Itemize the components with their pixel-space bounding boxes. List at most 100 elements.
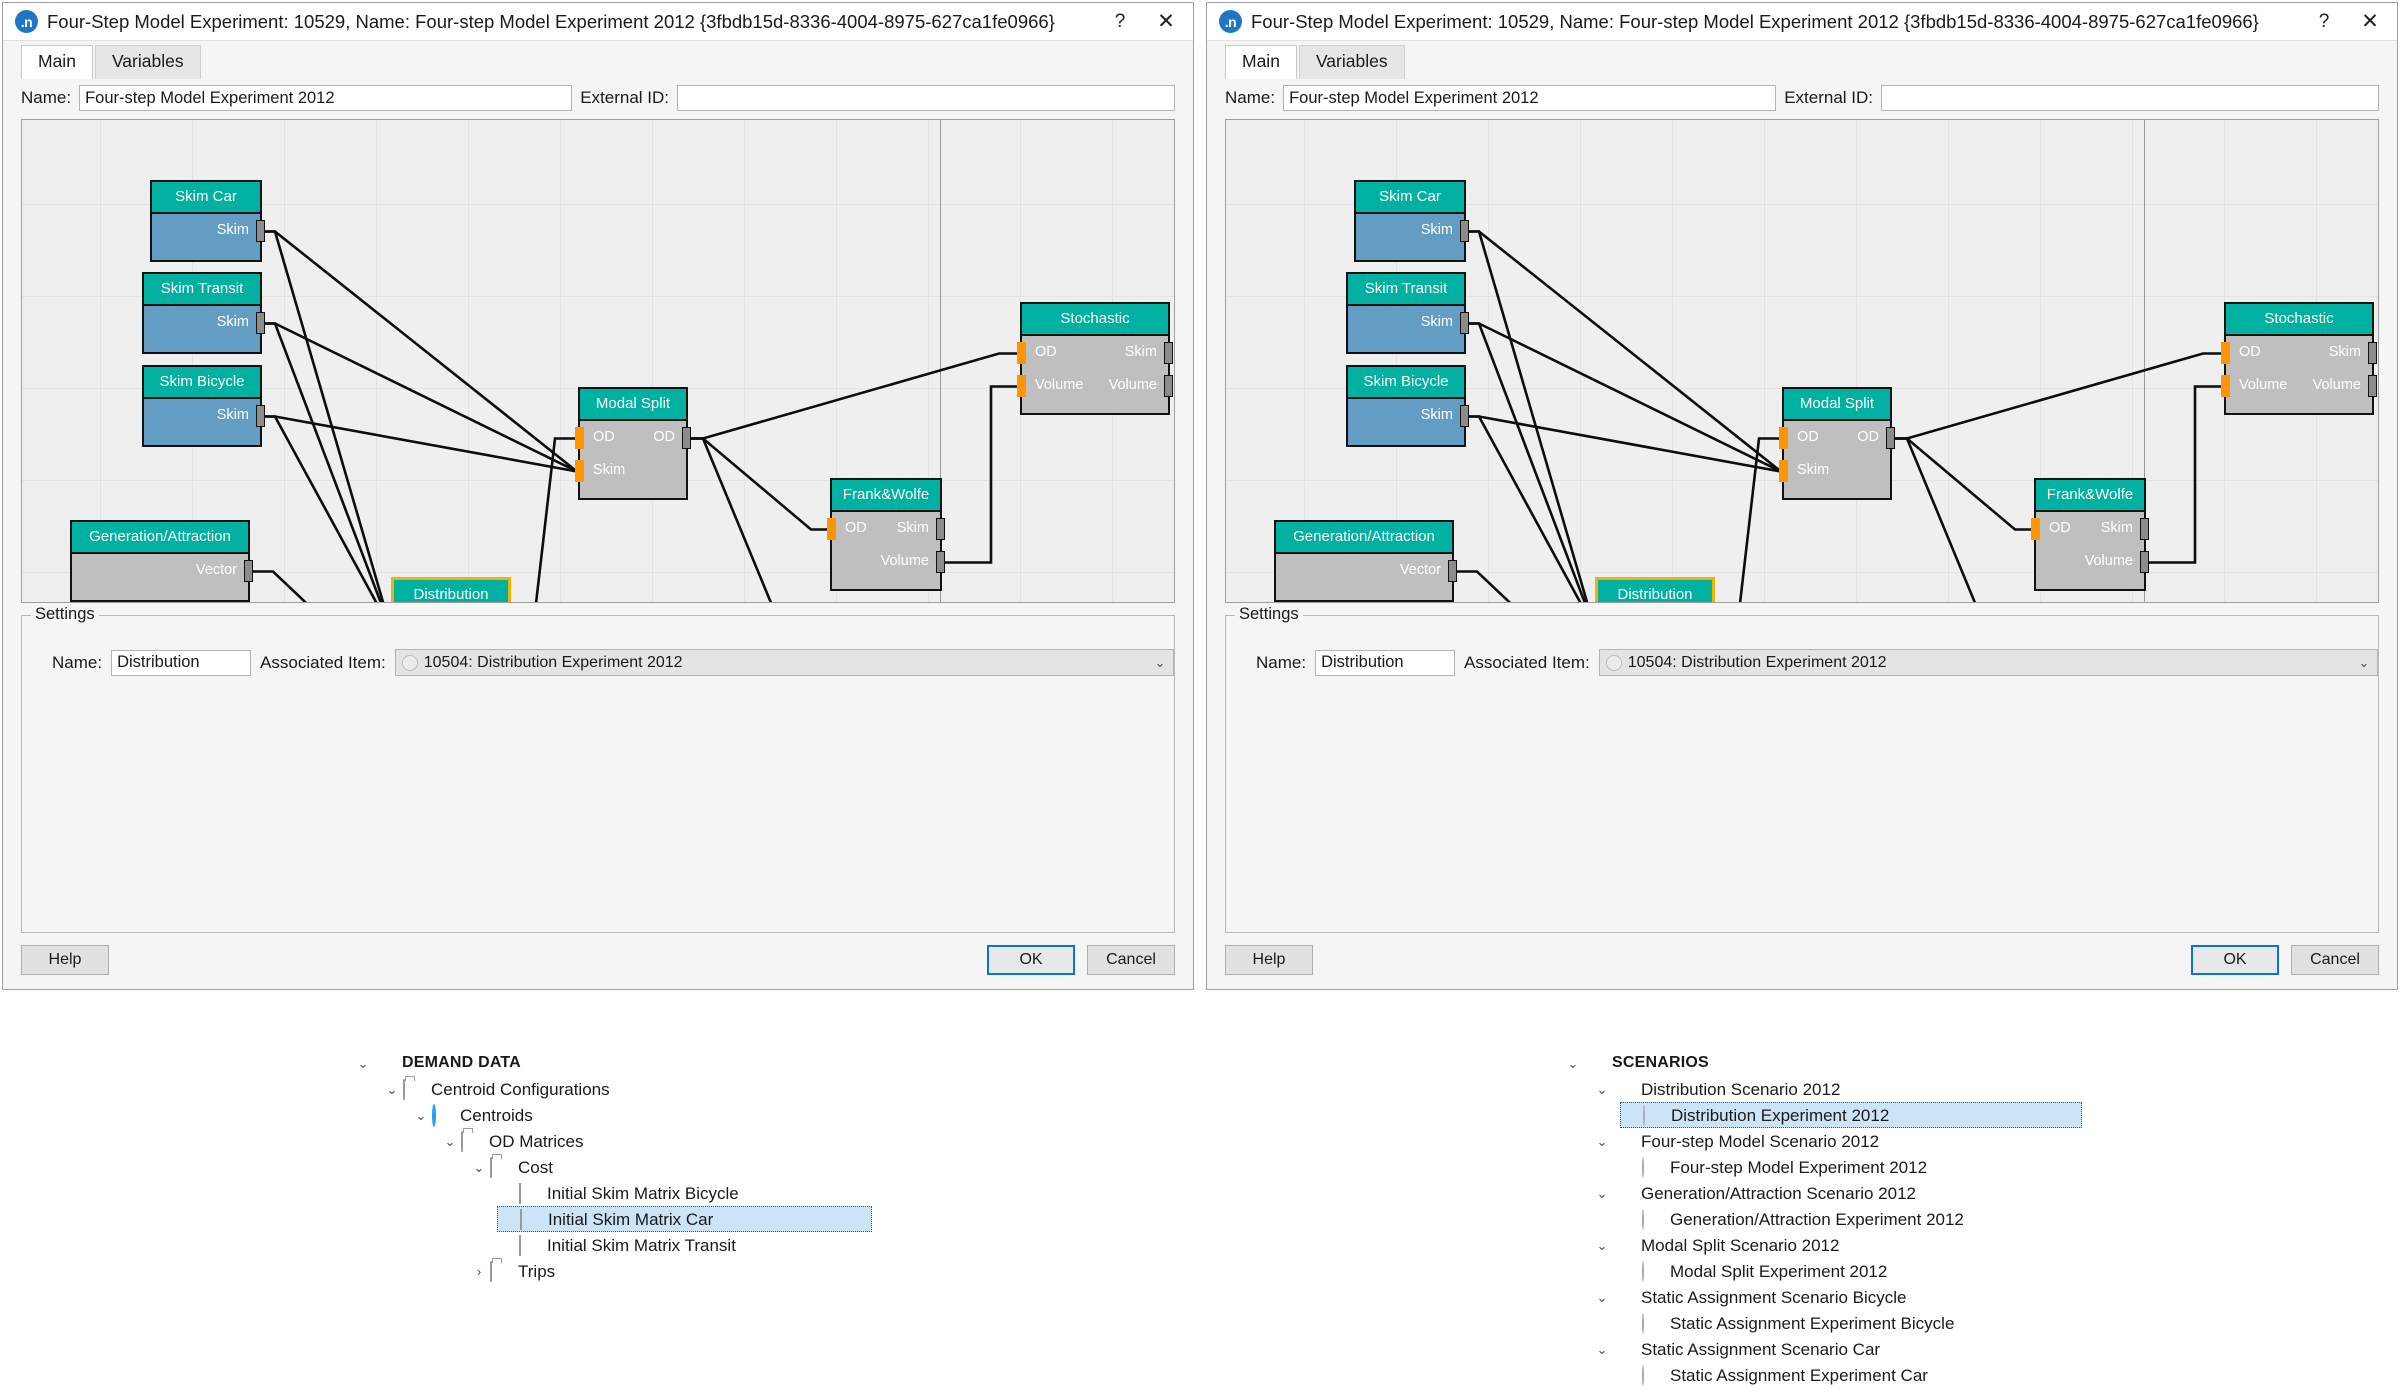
tab-main[interactable]: Main: [21, 45, 93, 79]
diagram-node-stochastic[interactable]: Stochastic OD Skim Volume Volume: [2221, 302, 2377, 415]
input-port-frank-wolfe-od[interactable]: [827, 517, 836, 540]
output-port-stochastic-volume[interactable]: [2368, 374, 2377, 397]
diagram-node-skim-transit[interactable]: Skim Transit Skim: [142, 272, 265, 354]
name-input[interactable]: [1283, 85, 1777, 111]
settings-name-input[interactable]: [111, 649, 252, 676]
tree-item[interactable]: ⌄ Centroids: [410, 1102, 912, 1128]
input-port-modal-split-od[interactable]: [575, 426, 584, 449]
tree-item[interactable]: Static Assignment Experiment Car: [1620, 1362, 2262, 1388]
scenarios-tree[interactable]: ⌄ SCENARIOS ⌄ Distribution Scenario 2012 Di…: [1562, 1050, 2262, 1392]
chevron-down-icon[interactable]: ⌄: [1591, 1187, 1613, 1200]
help-icon-button[interactable]: ?: [1097, 4, 1143, 40]
output-port-skim-bicycle-skim[interactable]: [1460, 404, 1469, 427]
diagram-node-skim-bicycle[interactable]: Skim Bicycle Skim: [1346, 365, 1469, 447]
tree-item[interactable]: ⌄Transit Assignment Scenario: [1591, 1388, 2262, 1392]
diagram-node-distribution[interactable]: DistributionSkimODVector: [1596, 578, 1714, 602]
tree-item[interactable]: Four-step Model Experiment 2012: [1620, 1154, 2262, 1180]
output-port-stochastic-skim[interactable]: [1164, 341, 1173, 364]
demand-data-tree[interactable]: ⌄ DEMAND DATA ⌄ Centroid Configurations ⌄ Cen…: [352, 1050, 912, 1284]
tree-item[interactable]: ⌄ Generation/Attraction Scenario 2012: [1591, 1180, 2262, 1206]
settings-name-input[interactable]: [1315, 649, 1456, 676]
tab-variables[interactable]: Variables: [94, 45, 201, 79]
diagram-node-skim-transit[interactable]: Skim Transit Skim: [1346, 272, 1469, 354]
output-port-frank-wolfe-volume[interactable]: [936, 550, 945, 573]
tree-item[interactable]: ⌄ Static Assignment Scenario Bicycle: [1591, 1284, 2262, 1310]
output-port-modal-split-od[interactable]: [682, 426, 691, 449]
chevron-down-icon[interactable]: ⌄: [1591, 1083, 1613, 1096]
output-port-frank-wolfe-skim[interactable]: [936, 517, 945, 540]
cancel-button[interactable]: Cancel: [1087, 945, 1175, 975]
tree-root-demand_tree[interactable]: ⌄ DEMAND DATA: [352, 1050, 912, 1076]
model-diagram-canvas[interactable]: Skim Car Skim Skim Transit Skim Skim Bicycle…: [21, 119, 1175, 603]
diagram-node-modal-split[interactable]: Modal Split OD OD Skim: [1779, 387, 1895, 500]
chevron-down-icon[interactable]: ⌄: [468, 1161, 490, 1174]
output-port-generation-attraction-vector[interactable]: [244, 559, 253, 582]
chevron-down-icon[interactable]: ⌄: [1591, 1291, 1613, 1304]
diagram-node-generation-attraction[interactable]: Generation/Attraction Vector: [70, 520, 253, 602]
input-port-stochastic-od[interactable]: [1017, 341, 1026, 364]
input-port-modal-split-skim[interactable]: [1779, 459, 1788, 482]
chevron-down-icon[interactable]: ⌄: [381, 1083, 403, 1096]
diagram-node-skim-car[interactable]: Skim Car Skim: [150, 180, 265, 262]
output-port-modal-split-od[interactable]: [1886, 426, 1895, 449]
input-port-modal-split-od[interactable]: [1779, 426, 1788, 449]
output-port-skim-car-skim[interactable]: [1460, 219, 1469, 242]
chevron-down-icon[interactable]: ⌄: [439, 1135, 461, 1148]
chevron-down-icon[interactable]: ⌄: [1591, 1239, 1613, 1252]
associated-item-dropdown[interactable]: 10504: Distribution Experiment 2012 ⌄: [394, 649, 1174, 676]
tree-item[interactable]: ⌄ Distribution Scenario 2012: [1591, 1076, 2262, 1102]
ok-button[interactable]: OK: [987, 945, 1075, 975]
diagram-node-skim-bicycle[interactable]: Skim Bicycle Skim: [142, 365, 265, 447]
name-input[interactable]: [79, 85, 573, 111]
input-port-stochastic-od[interactable]: [2221, 341, 2230, 364]
output-port-frank-wolfe-skim[interactable]: [2140, 517, 2149, 540]
chevron-down-icon[interactable]: ⌄: [1562, 1057, 1584, 1070]
diagram-node-distribution[interactable]: DistributionSkimODVector: [392, 578, 510, 602]
tree-item[interactable]: Initial Skim Matrix Car: [497, 1206, 872, 1232]
tree-item[interactable]: Distribution Experiment 2012: [1620, 1102, 2082, 1128]
external-id-input[interactable]: [1881, 85, 2379, 111]
tree-item[interactable]: Generation/Attraction Experiment 2012: [1620, 1206, 2262, 1232]
diagram-node-modal-split[interactable]: Modal Split OD OD Skim: [575, 387, 691, 500]
chevron-down-icon[interactable]: ⌄: [352, 1057, 374, 1070]
external-id-input[interactable]: [677, 85, 1175, 111]
chevron-right-icon[interactable]: ›: [468, 1265, 490, 1278]
chevron-down-icon[interactable]: ⌄: [1591, 1135, 1613, 1148]
help-button[interactable]: Help: [21, 945, 109, 975]
model-diagram-canvas[interactable]: Skim Car Skim Skim Transit Skim Skim Bicycle…: [1225, 119, 2379, 603]
help-button[interactable]: Help: [1225, 945, 1313, 975]
diagram-node-skim-car[interactable]: Skim Car Skim: [1354, 180, 1469, 262]
tree-item[interactable]: Initial Skim Matrix Transit: [497, 1232, 912, 1258]
associated-item-dropdown[interactable]: 10504: Distribution Experiment 2012 ⌄: [1598, 649, 2378, 676]
tree-item[interactable]: ⌄ Centroid Configurations: [381, 1076, 912, 1102]
output-port-skim-transit-skim[interactable]: [256, 311, 265, 334]
output-port-stochastic-skim[interactable]: [2368, 341, 2377, 364]
tree-item[interactable]: Modal Split Experiment 2012: [1620, 1258, 2262, 1284]
close-icon-button[interactable]: ✕: [2347, 4, 2393, 40]
tree-root-scenarios_tree[interactable]: ⌄ SCENARIOS: [1562, 1050, 2262, 1076]
input-port-stochastic-volume[interactable]: [2221, 374, 2230, 397]
tree-item[interactable]: ⌄ Modal Split Scenario 2012: [1591, 1232, 2262, 1258]
tree-item[interactable]: ⌄ OD Matrices: [439, 1128, 912, 1154]
cancel-button[interactable]: Cancel: [2291, 945, 2379, 975]
tree-item[interactable]: ⌄ Cost: [468, 1154, 912, 1180]
diagram-node-stochastic[interactable]: Stochastic OD Skim Volume Volume: [1017, 302, 1173, 415]
output-port-frank-wolfe-volume[interactable]: [2140, 550, 2149, 573]
close-icon-button[interactable]: ✕: [1143, 4, 1189, 40]
input-port-modal-split-skim[interactable]: [575, 459, 584, 482]
tree-item[interactable]: ⌄ Four-step Model Scenario 2012: [1591, 1128, 2262, 1154]
output-port-skim-bicycle-skim[interactable]: [256, 404, 265, 427]
output-port-generation-attraction-vector[interactable]: [1448, 559, 1457, 582]
output-port-stochastic-volume[interactable]: [1164, 374, 1173, 397]
output-port-skim-car-skim[interactable]: [256, 219, 265, 242]
tree-item[interactable]: Static Assignment Experiment Bicycle: [1620, 1310, 2262, 1336]
tab-main[interactable]: Main: [1225, 45, 1297, 79]
tab-variables[interactable]: Variables: [1298, 45, 1405, 79]
diagram-node-frank-wolfe[interactable]: Frank&Wolfe OD Skim Volume: [2031, 478, 2149, 591]
input-port-frank-wolfe-od[interactable]: [2031, 517, 2040, 540]
diagram-node-frank-wolfe[interactable]: Frank&Wolfe OD Skim Volume: [827, 478, 945, 591]
chevron-down-icon[interactable]: ⌄: [1591, 1343, 1613, 1356]
diagram-node-generation-attraction[interactable]: Generation/Attraction Vector: [1274, 520, 1457, 602]
tree-item[interactable]: Initial Skim Matrix Bicycle: [497, 1180, 912, 1206]
input-port-stochastic-volume[interactable]: [1017, 374, 1026, 397]
